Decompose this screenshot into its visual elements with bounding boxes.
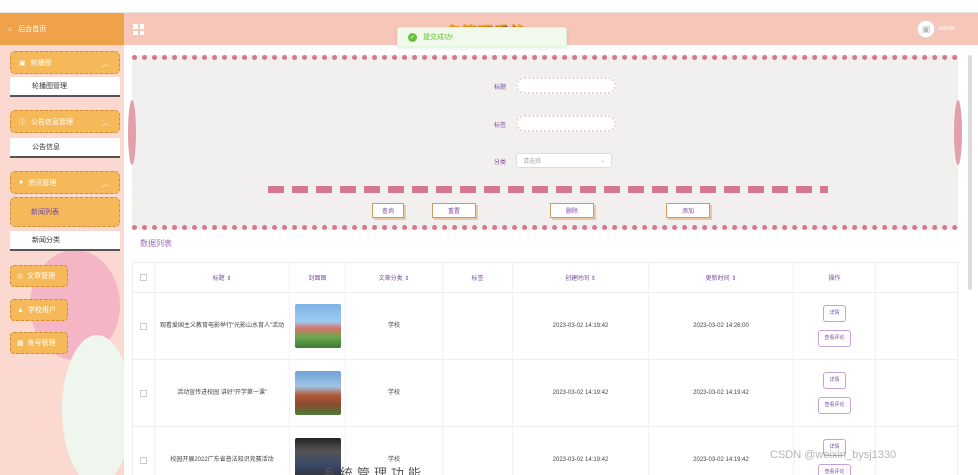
news-table: 标题 ⇕ 封面图 文章分类 ⇕ 标签 创建时间 ⇕ 更新时间 ⇕ 操作 观看爱国… [132,262,958,475]
username[interactable]: admin [939,26,955,32]
cell-updated: 2023-03-02 14:26:00 [649,293,794,359]
cell-updated: 2023-03-02 14:19:42 [649,360,794,426]
row-checkbox[interactable] [133,293,155,359]
user-icon: ▲ [17,306,24,314]
cell-created: 2023-03-02 14:19:42 [513,293,649,359]
view-comments-button[interactable]: 查看评论 [818,397,851,414]
view-comments-button[interactable]: 查看评论 [818,464,851,475]
decor-edge [128,100,136,165]
menu-carousel[interactable]: ▣ 轮播图 ︿ [10,51,120,74]
chevron-up-icon: ︿ [102,120,109,127]
sidebar-item-news-category[interactable]: 新闻分类 [10,231,120,251]
scrollbar[interactable] [968,55,972,290]
cell-title: 校园开展2022广东省普法知识竞赛活动 [155,427,290,475]
chevron-up-icon: ︿ [102,61,109,68]
col-category[interactable]: 文章分类 ⇕ [346,263,443,292]
decor-dashes [268,186,828,193]
avatar[interactable]: ▣ [917,20,935,38]
check-icon: ✓ [408,32,417,42]
bulb-icon: ● [19,179,24,186]
cell-created: 2023-03-02 14:19:42 [513,427,649,475]
title-input[interactable] [516,77,616,94]
toast-text: 提交成功! [423,34,453,41]
decor-blob [62,335,124,475]
cover-image [294,304,341,348]
col-title[interactable]: 标题 ⇕ [155,263,290,292]
info-icon: ⓘ [19,118,26,126]
sidebar-item-news-list[interactable]: 新闻列表 [10,197,120,227]
category-select[interactable]: 请选择 ⌄ [516,153,612,168]
row-checkbox[interactable] [133,360,155,426]
caption-text: ...系统管理功能... [300,466,448,475]
sidebar-item-account[interactable]: ▦ 账号管理 [10,332,68,354]
select-all-checkbox[interactable] [133,263,155,292]
cell-ops: 详情 查看评论 [794,360,876,426]
cell-title: 观看爱国主义教育电影举行“光影山水育人”活动 [155,293,290,359]
chevron-down-icon: ⌄ [599,158,605,164]
home-link[interactable]: ⌂ 后台首页 [0,13,124,45]
col-updated[interactable]: 更新时间 ⇕ [649,263,794,292]
col-ops: 操作 [794,263,876,292]
cell-category: 学校 [346,360,443,426]
browser-strip [0,0,978,13]
chevron-up-icon: ︿ [102,181,109,188]
success-toast: ✓ 提交成功! [397,27,567,47]
reset-button[interactable]: 重置 [432,203,476,218]
tag-label: 标签 [494,123,507,129]
section-title: 数据列表 [140,239,172,248]
menu-news[interactable]: ● 资讯管理 ︿ [10,171,120,194]
sidebar: ▣ 轮播图 ︿ 轮播图管理 ⓘ 公告信息管理 ︿ 公告信息 ● 资讯管理 ︿ 新… [0,45,124,475]
table-row: 活动宣传进校园 讲好“开学第一课” 学校 2023-03-02 14:19:42… [133,360,957,427]
title-label: 标题 [494,85,507,91]
sidebar-item-carousel-manage[interactable]: 轮播图管理 [10,77,120,97]
home-icon: ⌂ [8,25,13,33]
query-button[interactable]: 查询 [372,203,404,218]
menu-toggle-icon[interactable] [133,24,144,35]
row-checkbox[interactable] [133,427,155,475]
add-button[interactable]: 添加 [666,203,710,218]
detail-button[interactable]: 详情 [823,305,846,322]
article-icon: ◎ [17,273,24,280]
cell-title: 活动宣传进校园 讲好“开学第一课” [155,360,290,426]
cell-cover [290,360,346,426]
cell-cover [290,293,346,359]
search-panel: 标题 标签 分类 请选择 ⌄ 查询 重置 删除 添加 [128,55,962,230]
table-row: 观看爱国主义教育电影举行“光影山水育人”活动 学校 2023-03-02 14:… [133,293,957,360]
sidebar-item-notice[interactable]: 公告信息 [10,138,120,158]
cell-tag [443,293,513,359]
sidebar-item-article[interactable]: ◎ 文章管理 [10,265,68,287]
cell-category: 学校 [346,293,443,359]
watermark: CSDN @weixin_bysj1330 [770,449,897,461]
cell-tag [443,360,513,426]
detail-button[interactable]: 详情 [823,372,846,389]
cell-ops: 详情 查看评论 [794,293,876,359]
view-comments-button[interactable]: 查看评论 [818,330,851,347]
col-created[interactable]: 创建时间 ⇕ [513,263,649,292]
home-label: 后台首页 [18,26,47,33]
tag-input[interactable] [516,115,616,132]
category-label: 分类 [494,160,507,166]
decor-edge [954,100,962,165]
image-icon: ▣ [19,59,26,67]
menu-notice[interactable]: ⓘ 公告信息管理 ︿ [10,110,120,133]
delete-button[interactable]: 删除 [550,203,594,218]
cell-created: 2023-03-02 14:19:42 [513,360,649,426]
col-cover: 封面图 [290,263,346,292]
table-header: 标题 ⇕ 封面图 文章分类 ⇕ 标签 创建时间 ⇕ 更新时间 ⇕ 操作 [133,263,957,293]
sidebar-item-school-user[interactable]: ▲ 学校用户 [10,299,68,321]
cell-tag [443,427,513,475]
grid-icon: ▦ [17,340,24,347]
col-tag: 标签 [443,263,513,292]
cover-image [294,371,341,415]
